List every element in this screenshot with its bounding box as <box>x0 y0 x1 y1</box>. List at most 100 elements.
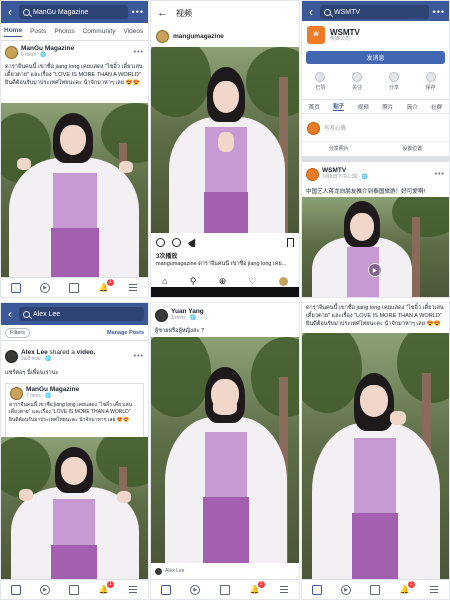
home-icon[interactable] <box>160 584 171 595</box>
post-video[interactable] <box>302 333 449 581</box>
filters-button[interactable]: Filters <box>5 327 30 338</box>
post-actions <box>151 235 299 249</box>
more-icon[interactable]: ••• <box>433 7 445 17</box>
avatar[interactable] <box>5 45 18 59</box>
set-location-button[interactable]: 设置位置 <box>402 145 422 152</box>
video-icon[interactable]: ▶ <box>190 584 201 595</box>
top-bar: ‹ WSMTV ••• <box>302 1 449 23</box>
bell-icon[interactable]: 🔔 1 <box>400 580 415 595</box>
post-video[interactable] <box>1 437 148 581</box>
bookmark-icon[interactable] <box>287 237 294 247</box>
post-options-icon[interactable]: ••• <box>134 353 144 360</box>
share-icon[interactable] <box>186 235 200 249</box>
play-icon[interactable]: ▶ <box>368 263 382 277</box>
tab-home[interactable]: Home <box>4 27 23 37</box>
post-video[interactable] <box>151 47 299 233</box>
message-button[interactable]: 发消息 <box>306 51 445 64</box>
back-icon[interactable]: ‹ <box>5 307 15 321</box>
avatar[interactable] <box>306 167 319 181</box>
menu-icon[interactable] <box>279 585 289 595</box>
avatar[interactable] <box>5 349 18 363</box>
profile-icon[interactable] <box>278 276 288 286</box>
post-time: 6 mins · 🌐 <box>21 51 47 58</box>
avatar[interactable] <box>155 308 168 322</box>
follow-button[interactable]: 关注 <box>352 71 362 91</box>
back-icon[interactable]: ‹ <box>5 5 15 19</box>
post-header: Alex Lee shared a video. Just now · 🌐 ••… <box>1 345 148 367</box>
menu-icon[interactable] <box>429 585 439 595</box>
post-options-icon[interactable]: ••• <box>435 171 445 178</box>
bell-icon[interactable]: 🔔 1 <box>99 580 114 595</box>
more-icon[interactable]: ••• <box>132 7 144 17</box>
like-button[interactable]: 已赞 <box>315 71 325 91</box>
bell-icon[interactable]: 🔔 1 <box>250 580 265 595</box>
search-input[interactable]: WSMTV <box>320 5 429 19</box>
save-button[interactable]: 保存 <box>425 71 436 91</box>
post-video[interactable] <box>151 337 299 563</box>
tab-posts[interactable]: Posts <box>30 28 46 35</box>
tab-photos[interactable]: 照片 <box>382 103 393 111</box>
heart-icon[interactable] <box>156 237 165 247</box>
avatar[interactable] <box>156 29 169 43</box>
system-bar <box>151 287 299 297</box>
video-icon[interactable]: ▶ <box>40 282 51 293</box>
add-post-icon[interactable]: ⊕ <box>219 276 227 287</box>
post-time: Just now · 🌐 <box>21 355 52 362</box>
tab-videos[interactable]: Videos <box>123 28 143 35</box>
marketplace-icon[interactable] <box>69 584 80 595</box>
search-input[interactable]: ManGu Magazine <box>19 5 128 19</box>
video-icon[interactable]: ▶ <box>341 584 352 595</box>
avatar[interactable] <box>10 386 23 400</box>
post-video[interactable] <box>1 103 148 279</box>
bottom-nav: ▶ 🔔 1 <box>1 277 148 297</box>
comment-icon[interactable] <box>172 237 181 247</box>
top-bar: ‹ ManGu Magazine ••• <box>1 1 148 23</box>
tab-community[interactable]: 社群 <box>431 103 442 111</box>
post-time: 3 mins · 🌐 <box>171 314 197 321</box>
top-bar: ‹ Alex Lee <box>1 303 148 325</box>
post-caption: ดาราจีนคนนี้ เขาชื่อ jiang long เคยแสดง … <box>5 64 143 87</box>
post-caption: 中国艺人蒋龙向朋友推介到泰国旅游！好可爱啊! <box>306 189 426 195</box>
back-arrow-icon[interactable]: ← <box>157 7 168 19</box>
menu-icon[interactable] <box>128 585 138 595</box>
post-options-icon[interactable]: ••• <box>134 49 144 56</box>
post-video[interactable]: ▶ <box>302 197 449 297</box>
search-icon[interactable]: ⚲ <box>190 276 197 287</box>
view-count: 3次播放 <box>156 254 178 260</box>
home-icon[interactable]: ⌂ <box>162 276 167 286</box>
comment-preview: Alex Lee <box>151 565 299 577</box>
account-name[interactable]: mangumagazine <box>173 33 224 40</box>
wsmtv-logo-icon: W <box>307 26 325 44</box>
page-actions: 已赞 关注 分享 保存 <box>302 69 449 93</box>
marketplace-icon[interactable] <box>219 584 230 595</box>
heart-icon[interactable]: ♡ <box>249 276 257 287</box>
tab-photos[interactable]: Photos <box>54 28 74 35</box>
menu-icon[interactable] <box>128 283 138 293</box>
share-button[interactable]: 分享 <box>388 71 399 91</box>
home-icon[interactable] <box>311 584 322 595</box>
marketplace-icon[interactable] <box>69 282 80 293</box>
home-icon[interactable] <box>10 584 21 595</box>
tab-community[interactable]: Community <box>83 28 116 35</box>
bottom-nav: ▶ 🔔 1 <box>302 579 449 599</box>
page-type: 传媒公司 <box>330 35 351 42</box>
bell-icon[interactable]: 🔔 1 <box>99 278 114 293</box>
back-icon[interactable]: ‹ <box>306 5 316 19</box>
tab-about[interactable]: 简介 <box>407 103 418 111</box>
tab-posts[interactable]: 贴子 <box>333 102 345 111</box>
share-photo-button[interactable]: 分享照片 <box>329 145 349 152</box>
shared-post[interactable]: ManGu Magazine 7 mins · 🌐 ดาราจีนคนนี้ เ… <box>5 383 144 437</box>
notification-badge: 1 <box>106 580 114 588</box>
tab-home[interactable]: 首页 <box>309 103 320 111</box>
notification-badge: 1 <box>257 580 265 588</box>
page-tabs: 首页 贴子 视频 照片 简介 社群 <box>302 99 449 114</box>
compose-actions: 分享照片 设置位置 <box>302 141 449 155</box>
search-input[interactable]: Alex Lee <box>19 307 144 321</box>
home-icon[interactable] <box>10 282 21 293</box>
post-caption: ดาราจีนคนนี้ เขาชื่อ jiang long เคยแสดง … <box>306 303 445 329</box>
marketplace-icon[interactable] <box>370 584 381 595</box>
tab-videos[interactable]: 视频 <box>358 103 369 111</box>
manage-posts-link[interactable]: Manage Posts <box>107 330 144 336</box>
video-icon[interactable]: ▶ <box>40 584 51 595</box>
compose-box[interactable]: 写写心情 <box>302 119 449 137</box>
